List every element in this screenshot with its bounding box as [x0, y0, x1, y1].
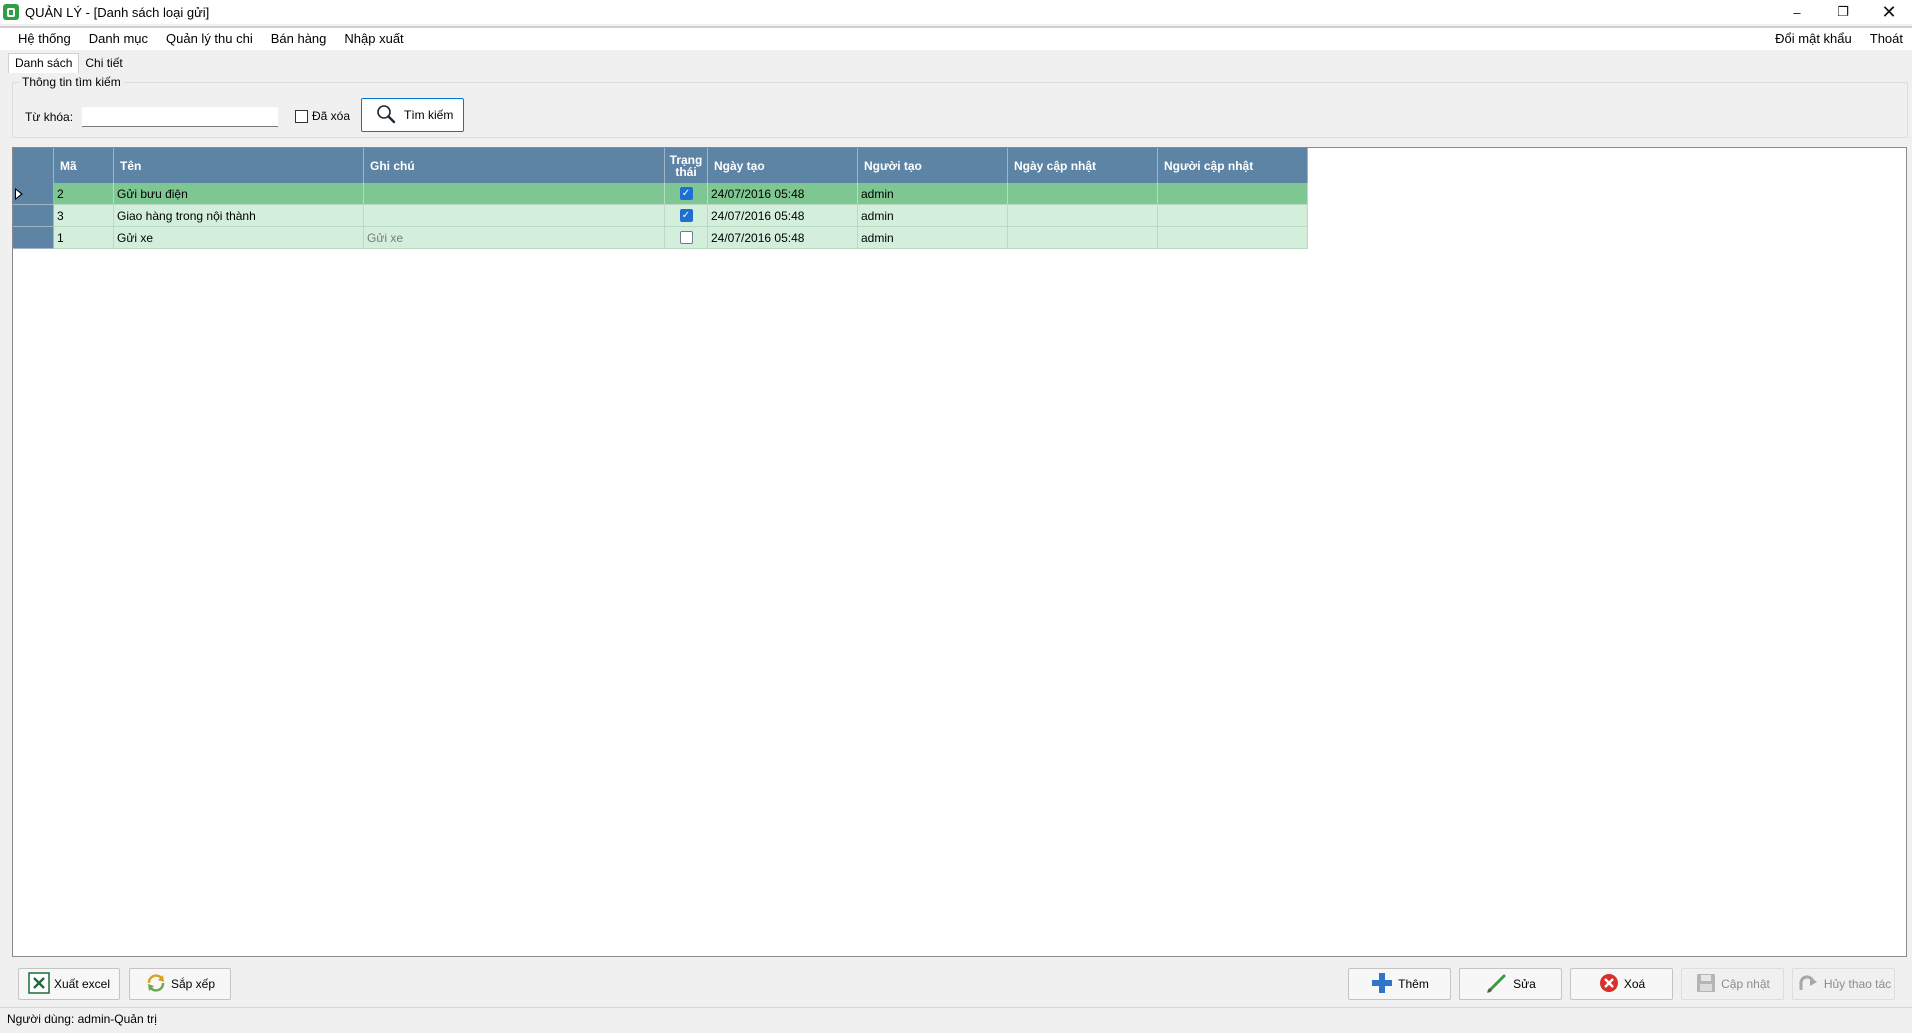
status-checkbox-checked-icon[interactable]: ✓ — [679, 209, 693, 222]
cell-nguoi-tao[interactable]: admin — [858, 183, 1008, 205]
status-checkbox-unchecked-icon[interactable] — [679, 231, 693, 244]
main-window: QUẢN LÝ - [Danh sách loại gửi] – ❐ ✕ Hệ … — [0, 0, 1912, 1033]
menu-he-thong[interactable]: Hệ thống — [9, 28, 80, 50]
keyword-input[interactable] — [82, 107, 278, 127]
tab-chi-tiet[interactable]: Chi tiết — [79, 54, 128, 73]
close-button[interactable]: ✕ — [1866, 0, 1912, 24]
sort-button[interactable]: Sắp xếp — [129, 968, 231, 1000]
cell-ghi-chu[interactable] — [364, 183, 665, 205]
edit-button[interactable]: Sửa — [1459, 968, 1562, 1000]
search-button-label: Tìm kiếm — [404, 108, 454, 122]
cell-nguoi-cap-nhat[interactable] — [1158, 227, 1308, 249]
cell-trang-thai[interactable]: ✓ — [665, 205, 708, 227]
cell-trang-thai[interactable]: ✓ — [665, 183, 708, 205]
cell-nguoi-cap-nhat[interactable] — [1158, 183, 1308, 205]
column-header-nguoi-cap-nhat[interactable]: Người cập nhật — [1158, 148, 1308, 183]
data-grid: Mã Tên Ghi chú Trạng thái Ngày tạo Người… — [12, 147, 1907, 957]
cell-nguoi-tao[interactable]: admin — [858, 205, 1008, 227]
status-user: Người dùng: admin-Quản trị — [7, 1011, 157, 1026]
deleted-checkbox[interactable]: Đã xóa — [295, 109, 350, 123]
table-row[interactable]: 3 Giao hàng trong nội thành ✓ 24/07/2016… — [13, 205, 1308, 227]
tab-strip: Danh sách Chi tiết — [8, 53, 129, 73]
window-controls: – ❐ ✕ — [1774, 0, 1912, 24]
keyword-label: Từ khóa: — [25, 110, 74, 124]
column-header-ghi-chu[interactable]: Ghi chú — [364, 148, 665, 183]
cancel-label: Hủy thao tác — [1823, 977, 1892, 991]
sort-label: Sắp xếp — [170, 977, 216, 991]
restore-button[interactable]: ❐ — [1820, 0, 1866, 24]
plus-icon — [1370, 971, 1394, 998]
app-icon — [3, 4, 19, 20]
row-selector[interactable] — [13, 183, 54, 205]
grid-header: Mã Tên Ghi chú Trạng thái Ngày tạo Người… — [13, 148, 1308, 183]
cell-ngay-cap-nhat[interactable] — [1008, 183, 1158, 205]
deleted-checkbox-label: Đã xóa — [312, 109, 351, 123]
tab-danh-sach[interactable]: Danh sách — [8, 53, 80, 73]
column-header-ten[interactable]: Tên — [114, 148, 364, 183]
delete-icon — [1598, 972, 1620, 997]
delete-button[interactable]: Xoá — [1570, 968, 1673, 1000]
add-label: Thêm — [1398, 977, 1429, 991]
row-selector[interactable] — [13, 205, 54, 227]
cell-ngay-tao[interactable]: 24/07/2016 05:48 — [708, 205, 858, 227]
refresh-icon — [145, 972, 167, 997]
table-row[interactable]: 2 Gửi bưu điện ✓ 24/07/2016 05:48 admin — [13, 183, 1308, 205]
cell-nguoi-cap-nhat[interactable] — [1158, 205, 1308, 227]
table-row[interactable]: 1 Gửi xe Gửi xe 24/07/2016 05:48 admin — [13, 227, 1308, 249]
menu-bar: Hệ thống Danh mục Quản lý thu chi Bán hà… — [0, 26, 1912, 50]
window-title: QUẢN LÝ - [Danh sách loại gửi] — [25, 4, 210, 20]
column-header-ngay-cap-nhat[interactable]: Ngày cập nhật — [1008, 148, 1158, 183]
excel-icon — [28, 971, 50, 997]
cell-ten[interactable]: Gửi xe — [114, 227, 364, 249]
deleted-checkbox-box[interactable] — [295, 109, 308, 123]
cell-ngay-cap-nhat[interactable] — [1008, 227, 1158, 249]
menu-quan-ly-thu-chi[interactable]: Quản lý thu chi — [157, 28, 262, 50]
cell-ngay-tao[interactable]: 24/07/2016 05:48 — [708, 183, 858, 205]
cell-ngay-cap-nhat[interactable] — [1008, 205, 1158, 227]
update-button[interactable]: Cập nhật — [1681, 968, 1784, 1000]
menu-danh-muc[interactable]: Danh mục — [80, 28, 157, 50]
cell-ghi-chu[interactable] — [364, 205, 665, 227]
search-button[interactable]: Tìm kiếm — [361, 98, 464, 132]
add-button[interactable]: Thêm — [1348, 968, 1451, 1000]
cell-ten[interactable]: Gửi bưu điện — [114, 183, 364, 205]
cell-ten[interactable]: Giao hàng trong nội thành — [114, 205, 364, 227]
minimize-button[interactable]: – — [1774, 0, 1820, 24]
cell-ma[interactable]: 1 — [54, 227, 114, 249]
menu-nhap-xuat[interactable]: Nhập xuất — [335, 28, 412, 50]
cell-ghi-chu[interactable]: Gửi xe — [364, 227, 665, 249]
cell-ma[interactable]: 2 — [54, 183, 114, 205]
cell-ngay-tao[interactable]: 24/07/2016 05:48 — [708, 227, 858, 249]
status-bar: Người dùng: admin-Quản trị — [0, 1007, 1912, 1029]
undo-icon — [1796, 972, 1820, 997]
export-excel-label: Xuất excel — [53, 977, 111, 991]
cell-nguoi-tao[interactable]: admin — [858, 227, 1008, 249]
row-header-corner — [13, 148, 54, 183]
column-header-trang-thai[interactable]: Trạng thái — [665, 148, 708, 183]
search-group-legend: Thông tin tìm kiếm — [19, 75, 124, 89]
pencil-icon — [1485, 971, 1509, 998]
menu-right: Đổi mật khẩu Thoát — [1766, 28, 1912, 50]
menu-doi-mat-khau[interactable]: Đổi mật khẩu — [1766, 28, 1861, 50]
menu-thoat[interactable]: Thoát — [1861, 28, 1912, 50]
status-checkbox-checked-icon[interactable]: ✓ — [679, 187, 693, 200]
save-disk-icon — [1695, 972, 1717, 997]
column-header-ma[interactable]: Mã — [54, 148, 114, 183]
export-excel-button[interactable]: Xuất excel — [18, 968, 120, 1000]
current-row-arrow-icon — [15, 187, 25, 200]
search-icon — [376, 104, 396, 127]
update-label: Cập nhật — [1721, 977, 1770, 991]
title-bar: QUẢN LÝ - [Danh sách loại gửi] – ❐ ✕ — [0, 0, 1912, 24]
column-header-ngay-tao[interactable]: Ngày tạo — [708, 148, 858, 183]
menu-ban-hang[interactable]: Bán hàng — [262, 28, 336, 50]
search-group: Thông tin tìm kiếm Từ khóa: Đã xóa Tìm k… — [12, 75, 1908, 138]
cell-trang-thai[interactable] — [665, 227, 708, 249]
edit-label: Sửa — [1513, 977, 1536, 991]
cell-ma[interactable]: 3 — [54, 205, 114, 227]
delete-label: Xoá — [1623, 977, 1646, 991]
cancel-button[interactable]: Hủy thao tác — [1792, 968, 1895, 1000]
row-selector[interactable] — [13, 227, 54, 249]
column-header-nguoi-tao[interactable]: Người tạo — [858, 148, 1008, 183]
